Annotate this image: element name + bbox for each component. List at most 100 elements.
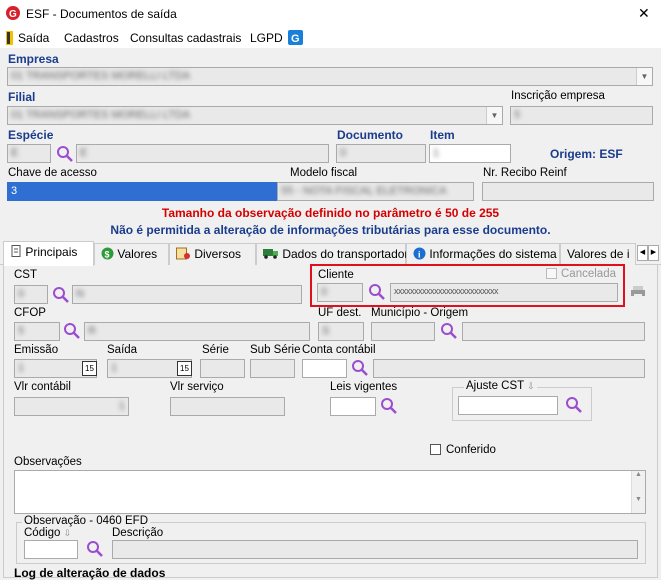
conferido-checkbox[interactable]: Conferido: [430, 444, 496, 456]
calendar-icon[interactable]: 15: [177, 361, 192, 376]
inscricao-field: 5: [510, 106, 653, 125]
tab-scroll-right[interactable]: ▶: [648, 245, 659, 261]
truck-icon: [263, 249, 278, 259]
svg-text:$: $: [105, 250, 110, 260]
filial-label: Filial: [8, 90, 36, 104]
title-bar: G ESF - Documentos de saída ✕: [0, 0, 661, 28]
emissao-label: Emissão: [14, 344, 59, 356]
conferido-box[interactable]: [430, 444, 441, 455]
search-icon[interactable]: [351, 359, 369, 377]
vlr-servico-label: Vlr serviço: [170, 381, 224, 393]
municipio-desc-field: [462, 322, 645, 341]
cst-code-field[interactable]: 0: [14, 285, 48, 304]
cliente-code: 0: [321, 286, 328, 298]
search-icon[interactable]: [565, 396, 583, 414]
tab-valores[interactable]: $ Valores: [94, 243, 169, 265]
search-icon[interactable]: [63, 322, 81, 340]
municipio-label: Município - Origem: [371, 307, 469, 319]
serie-label: Série: [202, 344, 229, 356]
info-icon: i: [413, 247, 426, 260]
serie-field: [200, 359, 245, 378]
saida-value: 1: [111, 362, 118, 374]
modelo-value: 55 - NOTA FISCAL ELETRONICA: [281, 185, 447, 197]
cst-desc-field: N: [72, 285, 302, 304]
conta-field[interactable]: [302, 359, 347, 378]
vlr-contabil-field: 1: [14, 397, 129, 416]
codigo-label: Código ⇩: [24, 527, 71, 539]
app-logo-icon: G: [6, 6, 20, 20]
saida-label: Saída: [107, 344, 138, 356]
leis-field[interactable]: [330, 397, 376, 416]
item-field[interactable]: 1: [429, 144, 511, 163]
cancelada-checkbox[interactable]: Cancelada: [546, 268, 616, 280]
printer-icon[interactable]: [630, 285, 646, 299]
especie-code-field[interactable]: E: [7, 144, 51, 163]
search-icon[interactable]: [440, 322, 458, 340]
menu-cadastros[interactable]: Cadastros: [64, 31, 119, 45]
search-icon[interactable]: [380, 397, 398, 415]
vlr-contabil-label: Vlr contábil: [14, 381, 71, 393]
filial-value: 01 TRANSPORTES MORELLI LTDA: [11, 109, 191, 121]
exit-icon: [6, 31, 13, 45]
document-icon: [11, 245, 21, 257]
cliente-code-field[interactable]: 0: [317, 283, 363, 302]
cfop-code-field[interactable]: 5: [14, 322, 60, 341]
empresa-select[interactable]: 01 TRANSPORTES MORELLI LTDA ▼: [7, 67, 653, 86]
menu-saida[interactable]: Saída: [18, 31, 49, 45]
search-icon[interactable]: [368, 283, 386, 301]
close-button[interactable]: ✕: [638, 5, 650, 22]
menu-bar: Saída Cadastros Consultas cadastrais LGP…: [0, 28, 661, 48]
conta-label: Conta contábil: [302, 344, 376, 356]
cancelada-box[interactable]: [546, 268, 557, 279]
documento-field[interactable]: 0: [336, 144, 426, 163]
cfop-desc: R: [88, 325, 96, 337]
conferido-label: Conferido: [446, 444, 496, 456]
obs-0460-label: Observação - 0460 EFD: [22, 515, 151, 527]
subserie-field: [250, 359, 295, 378]
sort-icon: ⇩: [63, 528, 72, 538]
chevron-down-icon: ▼: [486, 107, 502, 124]
menu-consultas-cadastrais[interactable]: Consultas cadastrais: [130, 31, 241, 45]
search-icon[interactable]: [56, 145, 74, 163]
tab-valores-i[interactable]: Valores de i: [560, 243, 636, 265]
tab-valores-label: Valores: [117, 247, 158, 261]
search-icon[interactable]: [86, 540, 104, 558]
menu-lgpd[interactable]: LGPD: [250, 31, 283, 45]
leis-label: Leis vigentes: [330, 381, 398, 393]
observacoes-textarea[interactable]: [14, 470, 646, 514]
tab-informacoes-sistema[interactable]: i Informações do sistema: [406, 243, 560, 265]
tab-valores-i-label: Valores de i: [567, 247, 630, 261]
vlr-contabil-value: 1: [118, 400, 125, 412]
cliente-label: Cliente: [318, 269, 354, 281]
sort-icon: ⇩: [527, 381, 535, 391]
municipio-code-field[interactable]: [371, 322, 435, 341]
descricao-label: Descrição: [112, 527, 164, 539]
codigo-field[interactable]: [24, 540, 78, 559]
ajuste-cst-field[interactable]: [458, 396, 558, 415]
especie-label: Espécie: [8, 128, 54, 142]
codigo-label-text: Código: [24, 527, 61, 539]
cliente-desc-field: xxxxxxxxxxxxxxxxxxxxxxxxxx: [390, 283, 618, 302]
cfop-code: 5: [18, 325, 25, 337]
chave-field[interactable]: 3: [7, 182, 277, 201]
tab-scroll-left[interactable]: ◀: [637, 245, 648, 261]
tab-informacoes-sistema-label: Informações do sistema: [429, 247, 557, 261]
search-icon[interactable]: [52, 286, 70, 304]
especie-desc-field: E: [76, 144, 329, 163]
documento-label: Documento: [337, 128, 403, 142]
inscricao-label: Inscrição empresa: [511, 90, 605, 102]
observacoes-scrollbar[interactable]: ▲ ▼: [631, 471, 645, 513]
help-icon[interactable]: G: [288, 30, 303, 45]
calendar-icon[interactable]: 15: [82, 361, 97, 376]
cst-desc: N: [76, 288, 84, 300]
recibo-field: [482, 182, 654, 201]
svg-text:G: G: [9, 9, 17, 20]
tab-principais[interactable]: Principais: [3, 241, 94, 266]
scroll-down-icon: ▼: [635, 496, 642, 503]
tab-diversos[interactable]: Diversos: [169, 243, 256, 265]
modelo-field: 55 - NOTA FISCAL ELETRONICA: [277, 182, 474, 201]
filial-select[interactable]: 01 TRANSPORTES MORELLI LTDA ▼: [7, 106, 503, 125]
cfop-desc-field: R: [84, 322, 310, 341]
tab-dados-transportador[interactable]: Dados do transportador: [256, 243, 408, 265]
vlr-servico-field: [170, 397, 285, 416]
